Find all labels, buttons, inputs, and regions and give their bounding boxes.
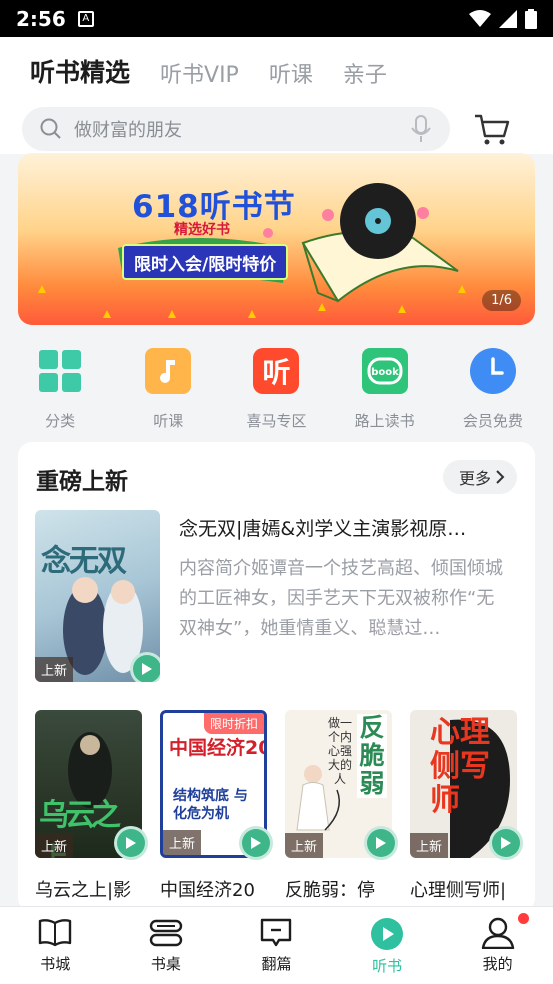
book-open-icon — [39, 919, 72, 947]
header: 听书精选 听书VIP 听课 亲子 做财富的朋友 — [0, 37, 553, 154]
nav-label: 书桌 — [150, 955, 181, 973]
search-placeholder: 做财富的朋友 — [74, 120, 182, 141]
notification-dot — [517, 913, 529, 924]
cover-subtitle: 结构筑底 与 化危为机 — [173, 788, 248, 822]
more-button[interactable]: 更多 — [442, 460, 517, 494]
search-input[interactable]: 做财富的朋友 — [22, 107, 450, 151]
featured-book-cover[interactable]: 念无双 上新 — [35, 510, 160, 682]
tab-label: 亲子 — [342, 63, 387, 88]
promo-banner[interactable]: 618听书节 精选好书 限时入会/限时特价 1/6 — [18, 153, 535, 325]
tab-kids[interactable]: 亲子 — [343, 57, 387, 89]
ting-icon: 听 — [253, 348, 300, 394]
tab-featured[interactable]: 听书精选 — [30, 53, 131, 89]
tab-label: 听书精选 — [30, 58, 131, 87]
user-icon — [481, 917, 514, 949]
quick-entry-label: 听课 — [153, 412, 184, 430]
status-bar: 2:56 A — [0, 0, 553, 37]
tab-courses[interactable]: 听课 — [269, 57, 313, 89]
music-note-icon — [145, 348, 192, 394]
section-title: 重磅上新 — [36, 469, 128, 495]
tab-label: 听课 — [268, 63, 313, 88]
cover-title: 心理侧写师 — [430, 715, 490, 818]
play-icon[interactable] — [489, 826, 523, 860]
cover-title: 中国经济2025 — [169, 737, 264, 759]
grid-icon — [37, 348, 83, 394]
featured-description: 内容简介姬谭音一个技艺高超、倾国倾城的工匠神女，因手艺天下无双被称作“无双神女”… — [179, 558, 503, 639]
book-item[interactable]: 心理侧写师 上新 心理侧写师| — [410, 710, 523, 902]
sim-icon: A — [77, 10, 94, 27]
quick-entry-category[interactable]: 分类 — [15, 348, 105, 431]
quick-entry-label: 路上读书 — [354, 412, 415, 430]
nav-listen[interactable]: 听书 — [332, 907, 443, 984]
play-icon[interactable] — [364, 826, 398, 860]
signal-icon — [499, 9, 517, 28]
tab-vip[interactable]: 听书VIP — [160, 57, 239, 89]
new-tag: 上新 — [35, 833, 74, 858]
play-icon[interactable] — [114, 826, 148, 860]
book-title: 乌云之上|影 — [35, 880, 132, 901]
quick-entry-member-free[interactable]: 会员免费 — [448, 348, 538, 431]
banner-indicator: 1/6 — [482, 290, 521, 311]
status-time: 2:56 — [16, 6, 66, 31]
tab-label: 听书VIP — [160, 63, 239, 88]
new-tag: 上新 — [410, 833, 449, 858]
quick-entry-label: 分类 — [45, 412, 76, 430]
book-icon: book — [361, 348, 408, 394]
search-icon — [40, 118, 61, 139]
wifi-icon — [469, 9, 491, 27]
quick-entry-road-reading[interactable]: book 路上读书 — [340, 348, 430, 431]
cover-title: 反脆弱 — [357, 714, 387, 798]
promo-badge: 限时折扣 — [203, 713, 264, 734]
book-title: 中国经济20 — [160, 880, 255, 901]
new-tag: 上新 — [163, 830, 202, 855]
more-label: 更多 — [458, 469, 491, 488]
book-item[interactable]: 反脆弱 做一个内心强大的人 上新 反脆弱：停 — [285, 710, 398, 902]
nav-label: 书城 — [40, 955, 71, 973]
microphone-icon[interactable] — [410, 115, 432, 143]
book-title: 反脆弱：停 — [285, 880, 375, 901]
new-releases-section: 重磅上新 更多 念无双 上新 念无双|唐嫣&刘学义主演影视原… 内容简介姬谭音一… — [18, 442, 535, 912]
chevron-right-icon — [496, 470, 505, 484]
book-title: 心理侧写师| — [410, 880, 507, 901]
tab-bar: 听书精选 听书VIP 听课 亲子 — [30, 53, 387, 89]
bookshelf-icon — [149, 919, 183, 947]
cover-subtitle: 做一个内心强大的人 — [327, 716, 352, 786]
book-row: 乌云之上 上新 乌云之上|影 中国经济2025 结构筑底 与 化危为机 限时折扣… — [35, 710, 523, 902]
featured-title[interactable]: 念无双|唐嫣&刘学义主演影视原… — [179, 514, 519, 541]
banner-decoration — [38, 183, 466, 318]
svg-text:book: book — [371, 367, 399, 378]
nav-label: 我的 — [482, 955, 513, 973]
chat-icon — [261, 918, 292, 947]
banner-subtitle: 精选好书 — [174, 222, 230, 238]
new-tag: 上新 — [35, 657, 74, 682]
play-circle-icon — [371, 918, 404, 950]
new-tag: 上新 — [285, 833, 324, 858]
banner-cta: 限时入会/限时特价 — [122, 244, 289, 280]
bottom-nav: 书城 书桌 翻篇 听书 我的 — [0, 906, 553, 984]
nav-label: 翻篇 — [261, 955, 292, 973]
book-item[interactable]: 乌云之上 上新 乌云之上|影 — [35, 710, 148, 902]
nav-profile[interactable]: 我的 — [442, 907, 553, 984]
clock-icon — [469, 348, 516, 394]
quick-entry-label: 会员免费 — [462, 412, 523, 430]
cover-title: 念无双 — [41, 544, 127, 579]
play-icon[interactable] — [239, 826, 273, 860]
nav-desk[interactable]: 书桌 — [111, 907, 222, 984]
nav-flip[interactable]: 翻篇 — [221, 907, 332, 984]
quick-entry-ximalaya[interactable]: 听 喜马专区 — [231, 348, 321, 431]
battery-icon — [525, 8, 537, 29]
nav-bookstore[interactable]: 书城 — [0, 907, 111, 984]
book-item[interactable]: 中国经济2025 结构筑底 与 化危为机 限时折扣 上新 中国经济20 — [160, 710, 273, 902]
quick-entry-label: 喜马专区 — [246, 412, 307, 430]
play-icon[interactable] — [130, 652, 160, 682]
quick-entries: 分类 听课 听 喜马专区 book 路上读书 会员免费 — [0, 348, 553, 431]
cart-icon[interactable] — [474, 113, 510, 147]
quick-entry-courses[interactable]: 听课 — [123, 348, 213, 431]
nav-label: 听书 — [372, 957, 403, 975]
